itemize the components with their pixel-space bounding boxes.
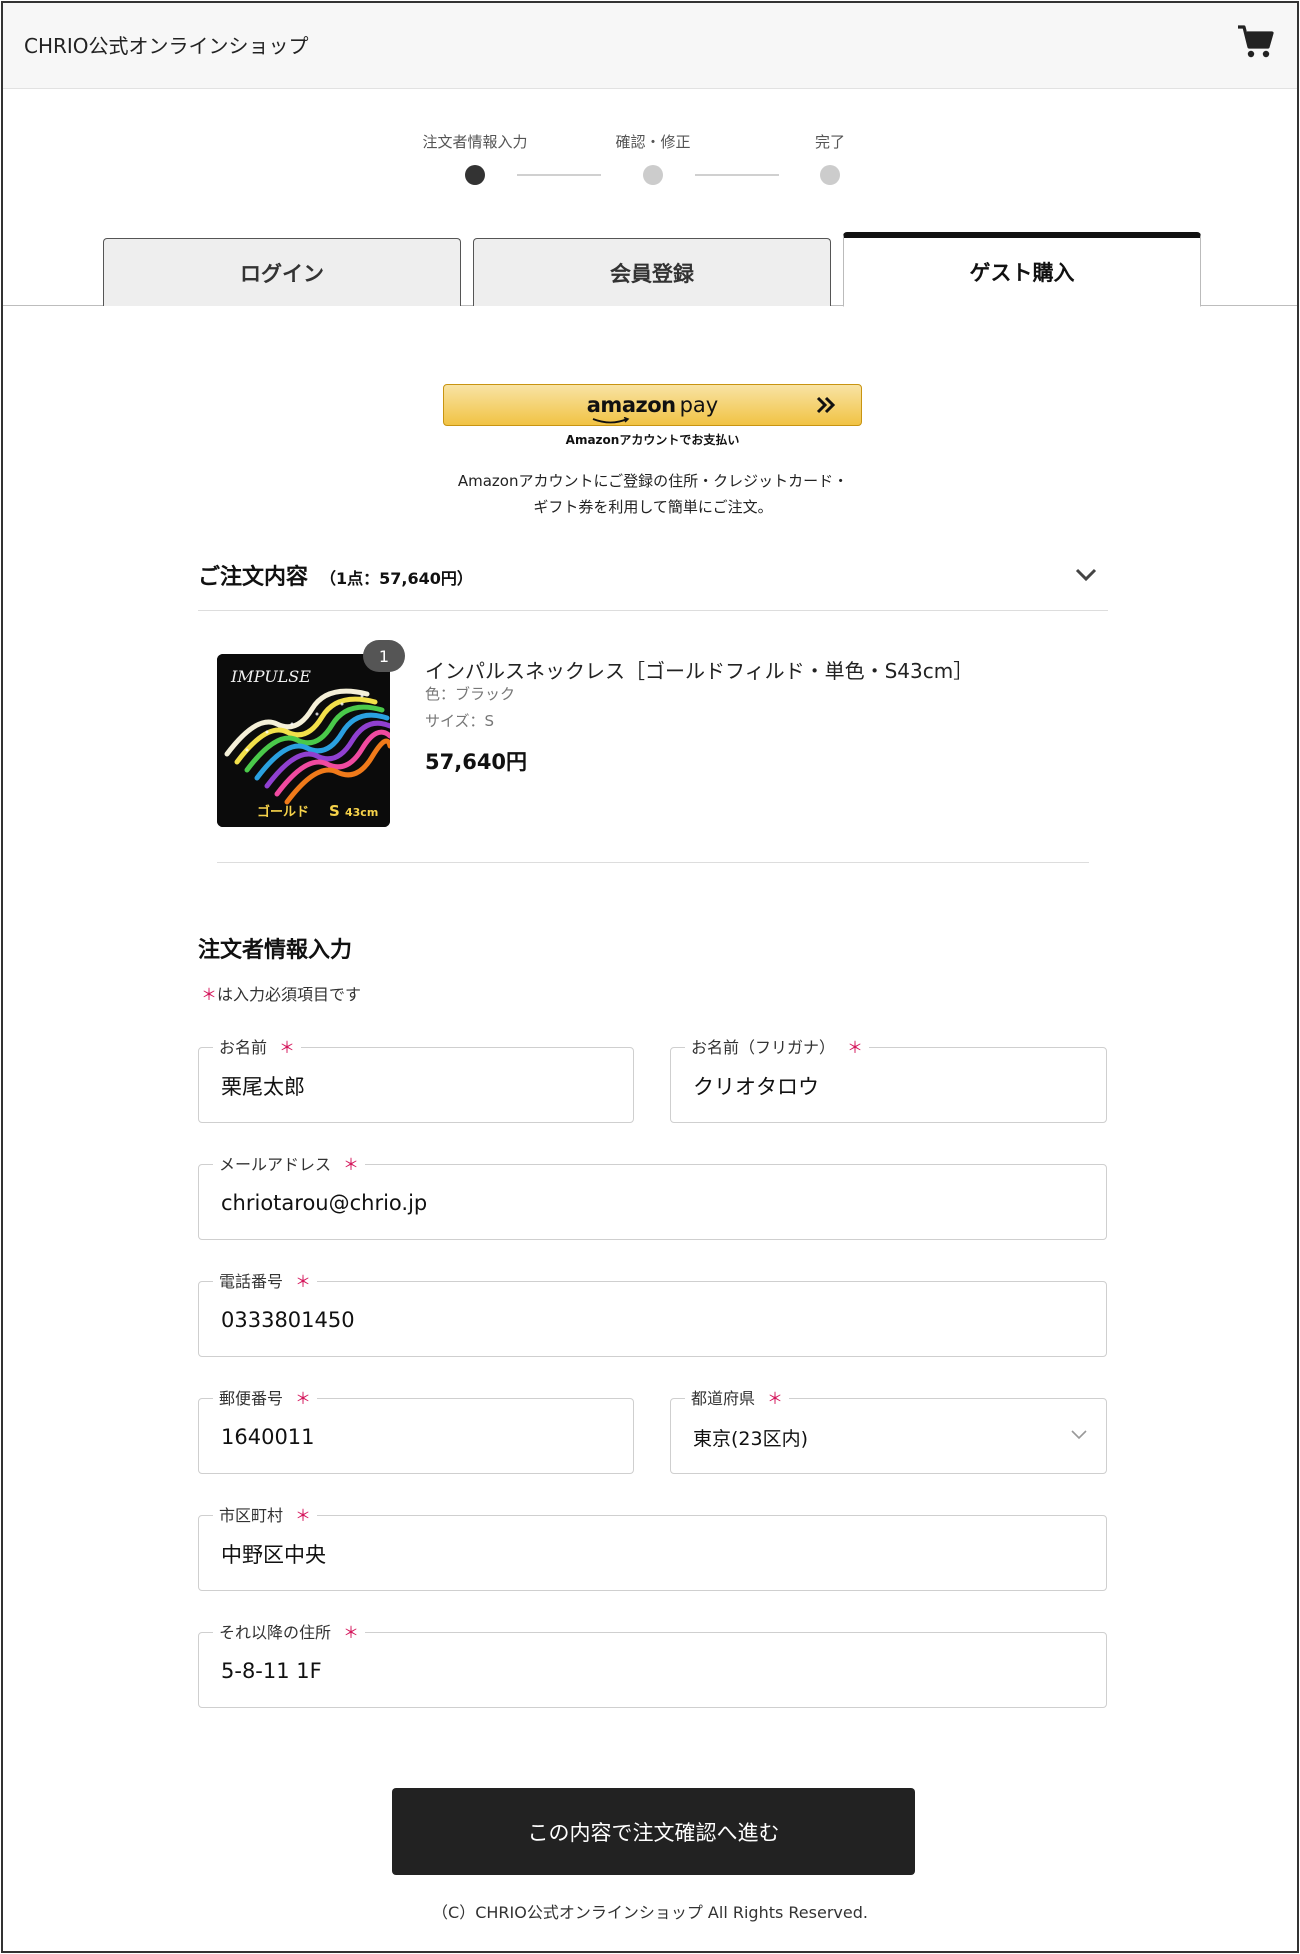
- address-field[interactable]: それ以降の住所＊ 5-8-11 1F: [198, 1619, 1107, 1709]
- phone-field[interactable]: 電話番号＊ 0333801450: [198, 1268, 1107, 1358]
- order-summary-title: ご注文内容: [198, 565, 309, 590]
- summary-divider: [198, 610, 1108, 611]
- chevron-down-icon[interactable]: [1074, 565, 1098, 585]
- page-frame: CHRIO公式オンラインショップ 注文者情報入力 確認・修正 完了 ログイン 会…: [1, 1, 1299, 1953]
- step-connector: [517, 174, 601, 176]
- amazon-pay-sublabel: Amazonアカウントでお支払い: [565, 433, 740, 447]
- chevron-down-icon[interactable]: [1070, 1429, 1088, 1441]
- form-title: 注文者情報入力: [198, 938, 353, 963]
- shop-title[interactable]: CHRIO公式オンラインショップ: [24, 30, 309, 59]
- product-image-caption: ゴールド: [257, 804, 309, 820]
- step-label-confirm: 確認・修正: [615, 133, 691, 151]
- product-image-brand: IMPULSE: [230, 667, 311, 686]
- amazon-logo-text: amazon: [586, 393, 676, 417]
- step-dot-complete: [820, 165, 840, 185]
- amazon-pay-description: Amazonアカウントにご登録の住所・クレジットカード・ギフト券を利用して簡単に…: [457, 472, 849, 516]
- necklace-image: IMPULSE ゴールド S 43cm: [217, 654, 390, 827]
- prefecture-select[interactable]: 都道府県＊ 東京(23区内): [670, 1385, 1107, 1475]
- product-image: IMPULSE ゴールド S 43cm: [217, 654, 390, 827]
- step-dot-input: [465, 165, 485, 185]
- zip-field[interactable]: 郵便番号＊ 1640011: [198, 1385, 634, 1475]
- proceed-to-confirm-button[interactable]: この内容で注文確認へ進む: [392, 1788, 915, 1875]
- kana-input[interactable]: クリオタロウ: [693, 1048, 1084, 1124]
- required-note: ＊は入力必須項目です: [201, 981, 361, 1005]
- email-input[interactable]: chriotarou@chrio.jp: [221, 1165, 1084, 1241]
- site-header: CHRIO公式オンラインショップ: [3, 3, 1297, 89]
- address-input[interactable]: 5-8-11 1F: [221, 1633, 1084, 1709]
- step-connector: [695, 174, 779, 176]
- required-note-text: は入力必須項目です: [217, 985, 362, 1004]
- quantity-badge: 1: [363, 640, 405, 672]
- pay-logo-text: pay: [679, 393, 719, 417]
- amazon-pay-button[interactable]: amazon pay: [443, 384, 862, 426]
- zip-input[interactable]: 1640011: [221, 1399, 611, 1475]
- city-input[interactable]: 中野区中央: [221, 1516, 1084, 1592]
- kana-field[interactable]: お名前（フリガナ）＊ クリオタロウ: [670, 1034, 1107, 1124]
- product-color: 色：ブラック: [425, 685, 516, 703]
- double-chevron-right-icon: [816, 396, 836, 414]
- prefecture-value[interactable]: 東京(23区内): [693, 1399, 1084, 1475]
- email-field[interactable]: メールアドレス＊ chriotarou@chrio.jp: [198, 1151, 1107, 1241]
- amazon-pay-logo: amazon pay: [586, 393, 719, 424]
- cart-icon[interactable]: [1235, 21, 1275, 61]
- step-dot-confirm: [643, 165, 663, 185]
- name-field[interactable]: お名前＊ 栗尾太郎: [198, 1034, 634, 1124]
- required-star: ＊: [201, 985, 218, 1004]
- product-price: 57,640円: [425, 750, 528, 774]
- product-image-length: 43cm: [345, 806, 378, 819]
- product-image-size: S: [329, 802, 340, 820]
- phone-input[interactable]: 0333801450: [221, 1282, 1084, 1358]
- order-summary-count: （1点：57,640円）: [320, 569, 473, 588]
- tab-register[interactable]: 会員登録: [473, 238, 831, 306]
- product-size: サイズ：S: [425, 712, 495, 730]
- tab-guest-purchase[interactable]: ゲスト購入: [843, 232, 1201, 307]
- amazon-smile-icon: [592, 417, 630, 424]
- name-input[interactable]: 栗尾太郎: [221, 1048, 611, 1124]
- order-summary-header[interactable]: ご注文内容 （1点：57,640円）: [198, 559, 473, 591]
- product-name: インパルスネックレス［ゴールドフィルド・単色・S43cm］: [425, 659, 974, 683]
- product-divider: [217, 862, 1089, 863]
- tab-login[interactable]: ログイン: [103, 238, 461, 306]
- footer-copyright: （C）CHRIO公式オンラインショップ All Rights Reserved.: [432, 1903, 868, 1922]
- step-label-input: 注文者情報入力: [422, 133, 528, 151]
- checkout-steps: 注文者情報入力 確認・修正 完了: [3, 125, 1297, 195]
- city-field[interactable]: 市区町村＊ 中野区中央: [198, 1502, 1107, 1592]
- step-label-complete: 完了: [814, 133, 845, 151]
